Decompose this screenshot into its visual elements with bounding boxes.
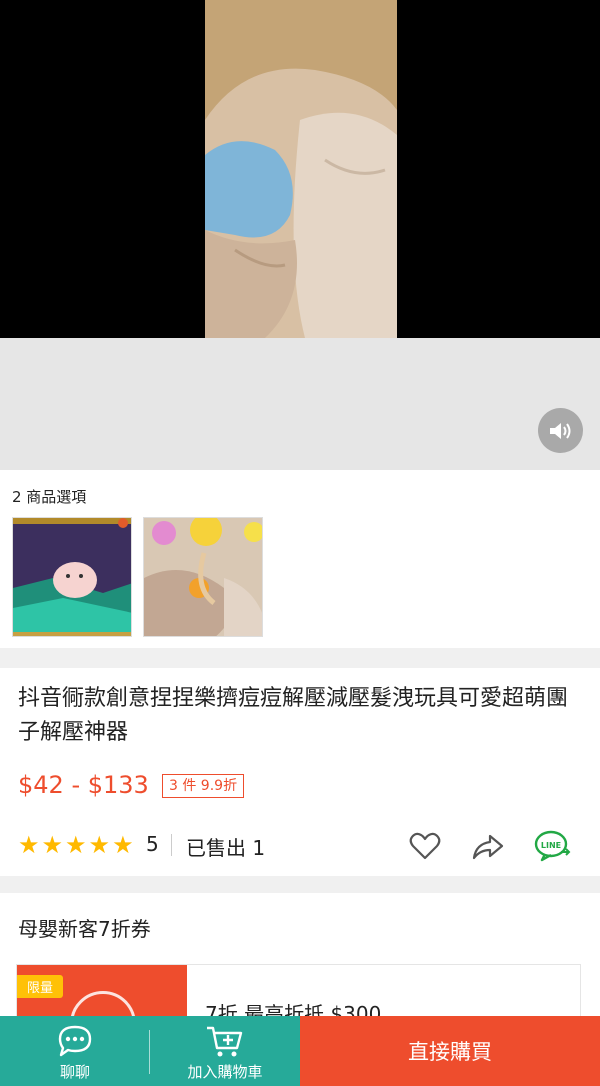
rating-value: 5 bbox=[146, 832, 159, 856]
chat-label: 聊聊 bbox=[59, 1063, 90, 1081]
variant-section: 2 商品選項 bbox=[0, 470, 600, 648]
bundle-promo-badge[interactable]: 3 件 9.9折 bbox=[162, 774, 245, 798]
chat-button[interactable]: 聊聊 bbox=[0, 1016, 150, 1086]
star-icon: ★ bbox=[112, 831, 134, 859]
chat-icon bbox=[58, 1025, 92, 1057]
line-share-button[interactable]: LINE bbox=[533, 828, 571, 864]
video-frame-content bbox=[205, 0, 397, 338]
bottom-action-bar: 聊聊 加入購物車 直接購買 bbox=[0, 1016, 600, 1086]
heart-icon bbox=[409, 832, 441, 860]
add-to-cart-button[interactable]: 加入購物車 bbox=[150, 1016, 300, 1086]
product-price: $42 - $133 bbox=[18, 771, 149, 799]
rating-divider bbox=[171, 834, 172, 856]
star-icon: ★ bbox=[41, 831, 64, 859]
variant-image-1 bbox=[13, 518, 131, 636]
product-video[interactable] bbox=[0, 0, 600, 338]
variant-thumbnail-1[interactable] bbox=[12, 517, 132, 637]
voucher-section-title: 母嬰新客7折券 bbox=[18, 917, 151, 941]
variants-count-label: 2 商品選項 bbox=[12, 488, 87, 506]
buy-now-button[interactable]: 直接購買 bbox=[300, 1016, 600, 1086]
product-media bbox=[0, 0, 600, 470]
star-icon: ★ bbox=[65, 831, 87, 859]
video-still-image bbox=[205, 0, 397, 338]
svg-text:LINE: LINE bbox=[541, 841, 561, 850]
sold-count: 已售出 1 bbox=[186, 836, 266, 860]
variant-thumbnail-2[interactable] bbox=[143, 517, 263, 637]
volume-button[interactable] bbox=[538, 408, 583, 453]
variant-image-2 bbox=[144, 518, 262, 636]
like-button[interactable] bbox=[407, 828, 443, 864]
cart-icon bbox=[207, 1026, 243, 1057]
star-icon: ★ bbox=[18, 831, 40, 859]
volume-icon bbox=[549, 422, 570, 439]
product-title: 抖音衕款創意捏捏樂擠痘痘解壓減壓髮洩玩具可愛超萌團子解壓神器 bbox=[18, 686, 569, 745]
limited-badge: 限量 bbox=[17, 975, 64, 998]
product-info: 抖音衕款創意捏捏樂擠痘痘解壓減壓髮洩玩具可愛超萌團子解壓神器 $42 - $13… bbox=[0, 668, 600, 876]
rating-stars[interactable]: ★ ★ ★ ★ ★ bbox=[18, 833, 134, 857]
cart-label: 加入購物車 bbox=[187, 1063, 263, 1081]
share-icon bbox=[472, 834, 504, 860]
share-button[interactable] bbox=[470, 828, 506, 864]
line-icon: LINE bbox=[534, 830, 571, 862]
star-icon: ★ bbox=[88, 831, 111, 859]
